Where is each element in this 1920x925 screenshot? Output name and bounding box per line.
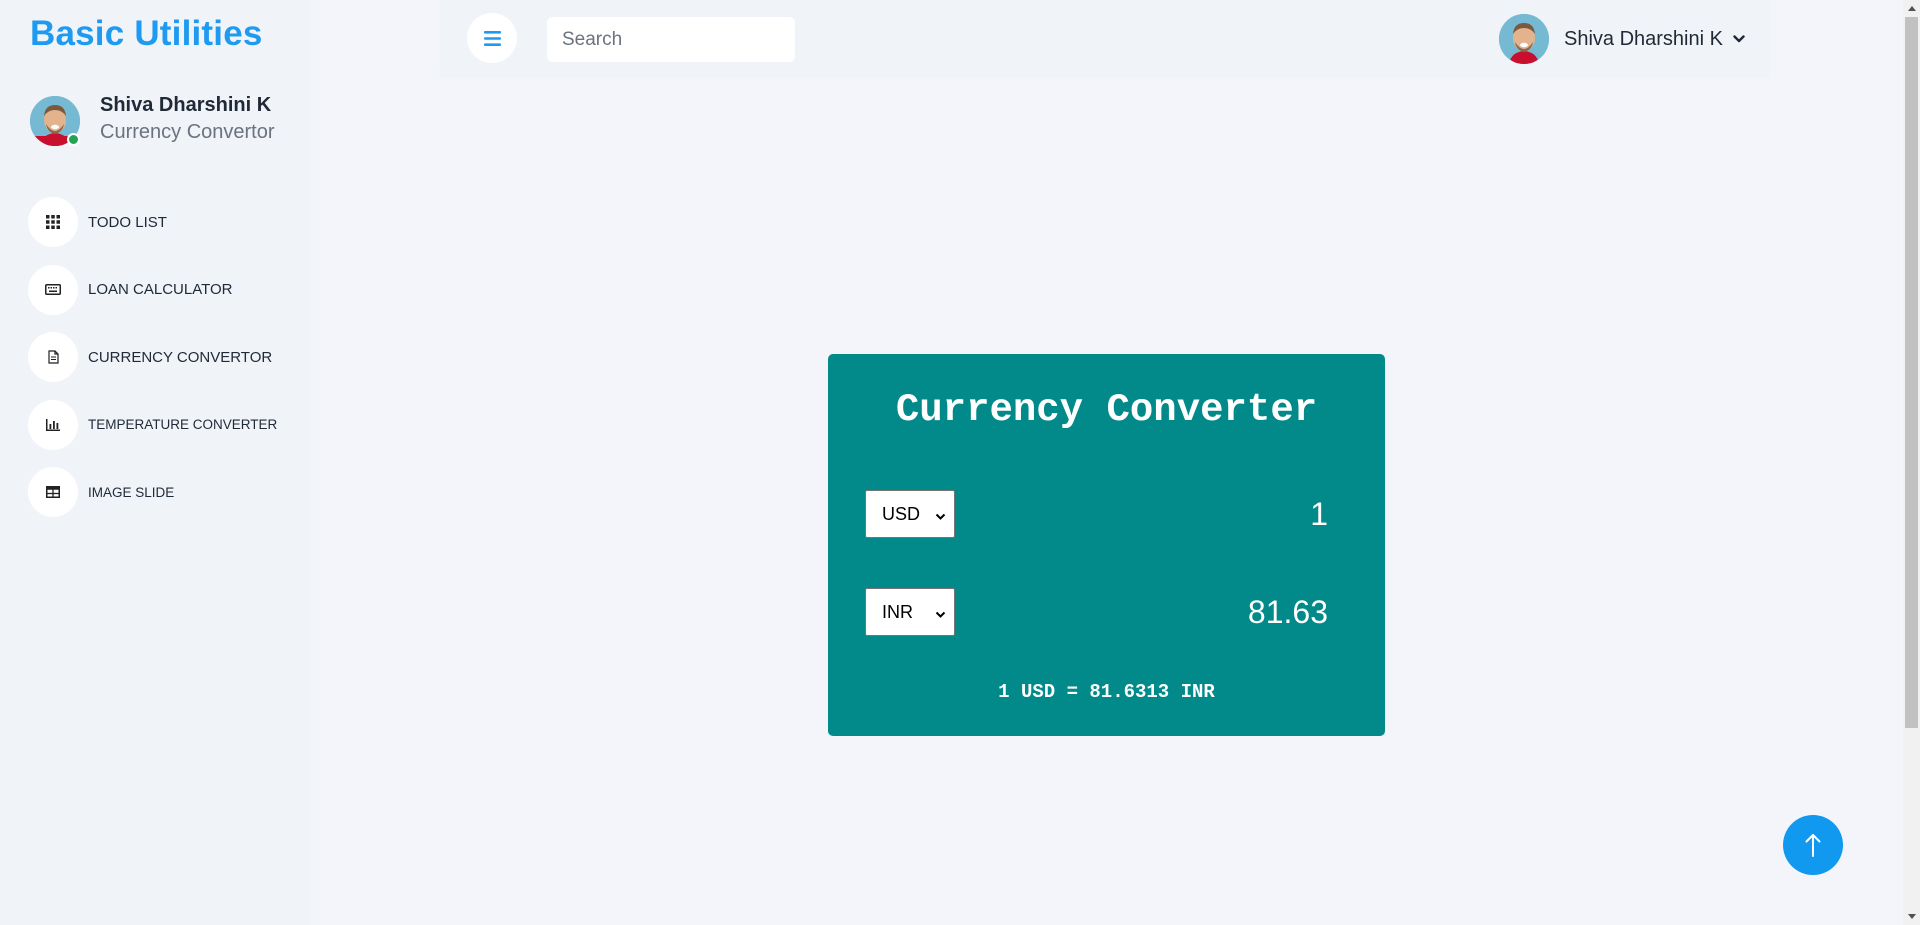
scroll-up-arrow-icon[interactable] (1903, 0, 1920, 17)
table-icon (28, 467, 78, 517)
keyboard-icon (28, 264, 78, 315)
profile-name: Shiva Dharshini K (100, 94, 272, 116)
sidebar-item-label: TODO LIST (88, 213, 167, 231)
sidebar-item-temperature-converter[interactable]: TEMPERATURE CONVERTER (28, 399, 308, 450)
hamburger-icon (483, 30, 501, 46)
to-currency-select[interactable]: INR (865, 588, 955, 636)
sidebar-item-loan-calculator[interactable]: LOAN CALCULATOR (28, 264, 308, 315)
from-currency-value: USD (882, 503, 921, 524)
chevron-down-icon (1733, 35, 1745, 43)
search-input[interactable] (547, 17, 795, 62)
vertical-scrollbar[interactable] (1903, 0, 1920, 925)
sidebar-item-label: IMAGE SLIDE (88, 484, 175, 500)
user-name: Shiva Dharshini K (1564, 27, 1723, 50)
sidebar-item-todo-list[interactable]: TODO LIST (28, 197, 308, 247)
avatar (1499, 14, 1549, 64)
from-amount-input[interactable]: 1 (1028, 490, 1328, 538)
chevron-down-icon (935, 606, 946, 624)
menu-toggle-button[interactable] (467, 13, 517, 63)
currency-converter-card: Currency Converter USD 1 INR 81.63 1 USD… (828, 354, 1385, 736)
sidebar-item-label: TEMPERATURE CONVERTER (88, 417, 278, 432)
bar-chart-icon (28, 399, 78, 450)
exchange-rate-text: 1 USD = 81.6313 INR (998, 681, 1215, 703)
grid-icon (28, 197, 78, 247)
sidebar-item-label: CURRENCY CONVERTOR (88, 348, 273, 366)
sidebar-item-label: LOAN CALCULATOR (88, 281, 233, 298)
from-currency-select[interactable]: USD (865, 490, 955, 538)
to-currency-value: INR (882, 601, 913, 622)
sidebar-nav: TODO LIST LOAN CALCULATOR CURRENCY CONVE… (28, 197, 308, 535)
arrow-up-icon (1805, 834, 1821, 857)
top-header: Shiva Dharshini K (440, 0, 1770, 78)
scroll-down-arrow-icon[interactable] (1903, 908, 1920, 925)
back-to-top-button[interactable] (1783, 815, 1843, 875)
sidebar-item-currency-convertor[interactable]: CURRENCY CONVERTOR (28, 332, 308, 382)
document-icon (28, 332, 78, 382)
brand-title[interactable]: Basic Utilities (30, 14, 263, 54)
from-row: USD 1 (865, 490, 1328, 538)
sidebar-item-image-slide[interactable]: IMAGE SLIDE (28, 467, 308, 517)
chevron-down-icon (935, 508, 946, 526)
online-status-dot (67, 133, 80, 146)
converter-title: Currency Converter (895, 388, 1318, 432)
sidebar-profile: Shiva Dharshini K Currency Convertor (30, 94, 300, 154)
sidebar: Basic Utilities Shiva Dharshini K Curren… (0, 0, 310, 925)
user-menu[interactable]: Shiva Dharshini K (1499, 13, 1745, 65)
to-amount-output: 81.63 (1247, 593, 1328, 630)
profile-role: Currency Convertor (100, 121, 275, 143)
to-row: INR 81.63 (865, 588, 1328, 636)
scrollbar-thumb[interactable] (1905, 17, 1918, 728)
